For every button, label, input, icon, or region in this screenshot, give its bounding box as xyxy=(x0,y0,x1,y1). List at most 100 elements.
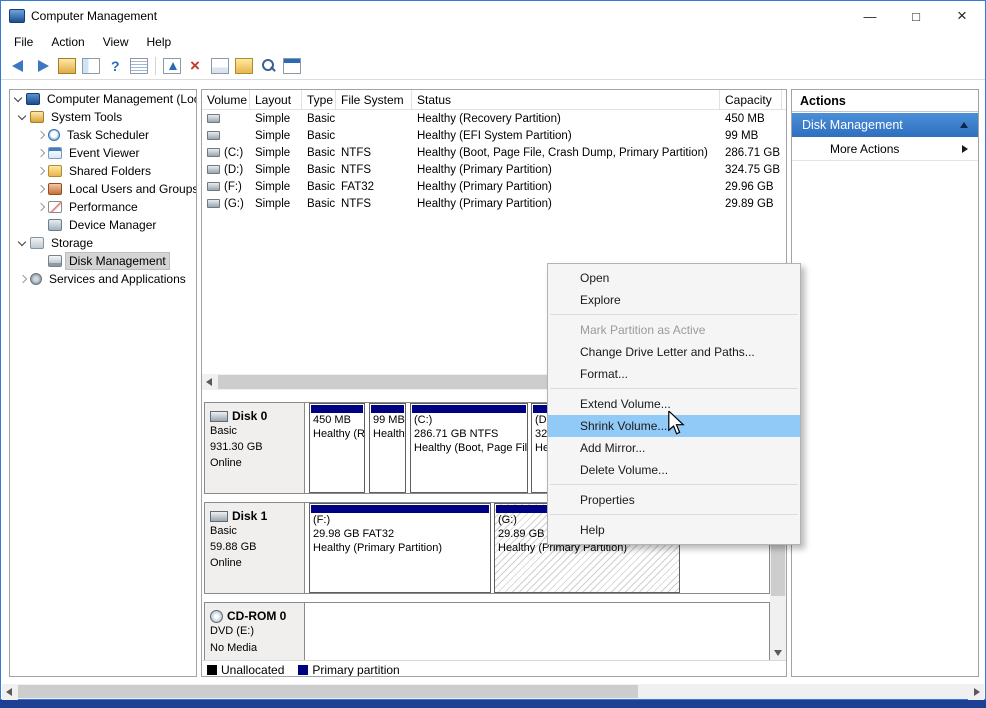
tree-item-disk-management[interactable]: Disk Management xyxy=(10,252,196,270)
expand-chevron-icon[interactable] xyxy=(16,273,30,285)
expand-chevron-icon[interactable] xyxy=(34,129,48,141)
tree-item-system-tools[interactable]: System Tools xyxy=(10,108,196,126)
find-icon[interactable] xyxy=(259,58,277,74)
expand-chevron-icon[interactable] xyxy=(16,237,30,249)
menu-item-delete-volume[interactable]: Delete Volume... xyxy=(548,459,800,481)
tree-item-label: Shared Folders xyxy=(66,163,154,179)
actions-panel: Actions Disk Management More Actions xyxy=(791,89,979,677)
volume-row[interactable]: Simple Basic Healthy (EFI System Partiti… xyxy=(202,127,786,144)
expand-chevron-icon[interactable] xyxy=(34,147,48,159)
volume-row[interactable]: (D:) Simple Basic NTFS Healthy (Primary … xyxy=(202,161,786,178)
disk-header[interactable]: Disk 0 Basic 931.30 GB Online xyxy=(205,403,305,493)
import-list-icon[interactable] xyxy=(163,58,181,74)
menu-item-help[interactable]: Help xyxy=(548,519,800,541)
tree-item-shared-folders[interactable]: Shared Folders xyxy=(10,162,196,180)
main-area: Computer Management (Local System Tools … xyxy=(1,81,985,684)
expand-chevron-icon[interactable] xyxy=(12,93,26,105)
tree-item-label: Disk Management xyxy=(66,253,169,269)
tree-item-task-scheduler[interactable]: Task Scheduler xyxy=(10,126,196,144)
volume-row[interactable]: (G:) Simple Basic NTFS Healthy (Primary … xyxy=(202,195,786,212)
menu-item-open[interactable]: Open xyxy=(548,267,800,289)
menu-item-add-mirror[interactable]: Add Mirror... xyxy=(548,437,800,459)
actions-more-actions[interactable]: More Actions xyxy=(792,137,978,161)
scroll-left-button[interactable] xyxy=(2,684,18,700)
minimize-button[interactable]: — xyxy=(847,1,893,31)
menu-help[interactable]: Help xyxy=(138,33,181,51)
column-header-layout[interactable]: Layout xyxy=(250,90,302,109)
partition-block-efi[interactable]: 99 MB Healthy (EFI System Partition) xyxy=(369,403,406,493)
tree-item-services-and-applications[interactable]: Services and Applications xyxy=(10,270,196,288)
disk-status: Online xyxy=(210,556,300,571)
menu-view[interactable]: View xyxy=(94,33,138,51)
actions-section-disk-management[interactable]: Disk Management xyxy=(792,113,978,137)
cell-volume xyxy=(202,131,250,140)
cell-status: Healthy (Primary Partition) xyxy=(412,164,720,176)
tree-item-device-manager[interactable]: Device Manager xyxy=(10,216,196,234)
close-button[interactable]: × xyxy=(939,1,985,31)
cdrom-header[interactable]: CD-ROM 0 DVD (E:) No Media xyxy=(205,603,305,660)
window-horizontal-scrollbar[interactable] xyxy=(2,684,984,699)
unallocated-color-swatch xyxy=(207,665,217,675)
menu-item-explore[interactable]: Explore xyxy=(548,289,800,311)
expand-chevron-icon[interactable] xyxy=(34,183,48,195)
column-header-type[interactable]: Type xyxy=(302,90,336,109)
tree-item-event-viewer[interactable]: Event Viewer xyxy=(10,144,196,162)
cell-type: Basic xyxy=(302,130,336,142)
tree-item-performance[interactable]: Performance xyxy=(10,198,196,216)
tree-item-label: Event Viewer xyxy=(66,145,142,161)
collapse-chevron-icon[interactable] xyxy=(960,122,968,128)
volume-icon xyxy=(207,199,220,208)
volume-row[interactable]: Simple Basic Healthy (Recovery Partition… xyxy=(202,110,786,127)
partition-block-c[interactable]: (C:) 286.71 GB NTFS Healthy (Boot, Page … xyxy=(410,403,528,493)
forward-icon[interactable] xyxy=(34,58,52,74)
cell-capacity: 99 MB xyxy=(720,130,782,142)
export-list-icon[interactable] xyxy=(130,58,148,74)
scroll-left-button[interactable] xyxy=(202,374,218,390)
column-header-capacity[interactable]: Capacity xyxy=(720,90,782,109)
up-level-icon[interactable] xyxy=(58,58,76,74)
cell-type: Basic xyxy=(302,198,336,210)
show-console-tree-icon[interactable] xyxy=(82,58,100,74)
more-actions-label: More Actions xyxy=(830,142,899,156)
scrollbar-thumb[interactable] xyxy=(18,685,638,698)
menu-item-format[interactable]: Format... xyxy=(548,363,800,385)
volume-row[interactable]: (F:) Simple Basic FAT32 Healthy (Primary… xyxy=(202,178,786,195)
menu-action[interactable]: Action xyxy=(42,33,93,51)
volume-icon xyxy=(207,148,220,157)
menu-file[interactable]: File xyxy=(5,33,42,51)
column-header-status[interactable]: Status xyxy=(412,90,720,109)
tree-item-label: Services and Applications xyxy=(46,271,189,287)
cell-status: Healthy (Boot, Page File, Crash Dump, Pr… xyxy=(412,147,720,159)
tree-item-label: Task Scheduler xyxy=(64,127,152,143)
tree-item-local-users-and-groups[interactable]: Local Users and Groups xyxy=(10,180,196,198)
disk-management-icon xyxy=(48,255,62,267)
disk-header[interactable]: Disk 1 Basic 59.88 GB Online xyxy=(205,503,305,593)
volume-icon xyxy=(207,165,220,174)
open-folder-icon[interactable] xyxy=(235,58,253,74)
partition-block-recovery[interactable]: 450 MB Healthy (Recovery Partition) xyxy=(309,403,365,493)
column-header-file-system[interactable]: File System xyxy=(336,90,412,109)
help-icon[interactable] xyxy=(106,58,124,74)
expand-chevron-icon[interactable] xyxy=(16,111,30,123)
expand-chevron-icon[interactable] xyxy=(34,165,48,177)
primary-partition-color-swatch xyxy=(298,665,308,675)
scroll-right-button[interactable] xyxy=(968,684,984,700)
console-window-icon[interactable] xyxy=(283,58,301,74)
delete-icon[interactable] xyxy=(187,58,205,74)
column-header-volume[interactable]: Volume xyxy=(202,90,250,109)
cell-capacity: 324.75 GB xyxy=(720,164,782,176)
menu-item-properties[interactable]: Properties xyxy=(548,489,800,511)
partition-block-f[interactable]: (F:) 29.98 GB FAT32 Healthy (Primary Par… xyxy=(309,503,491,593)
tree-item-storage[interactable]: Storage xyxy=(10,234,196,252)
tree-item-computer-management[interactable]: Computer Management (Local xyxy=(10,90,196,108)
menu-item-change-drive-letter-and-paths[interactable]: Change Drive Letter and Paths... xyxy=(548,341,800,363)
maximize-button[interactable]: □ xyxy=(893,1,939,31)
properties-icon[interactable] xyxy=(211,58,229,74)
partition-context-menu: Open Explore Mark Partition as Active Ch… xyxy=(547,263,801,545)
cdrom-0-row: CD-ROM 0 DVD (E:) No Media xyxy=(204,602,770,660)
scroll-down-button[interactable] xyxy=(770,644,786,660)
expand-chevron-icon[interactable] xyxy=(34,201,48,213)
disk-type: Basic xyxy=(210,424,300,439)
back-icon[interactable] xyxy=(10,58,28,74)
volume-row[interactable]: (C:) Simple Basic NTFS Healthy (Boot, Pa… xyxy=(202,144,786,161)
